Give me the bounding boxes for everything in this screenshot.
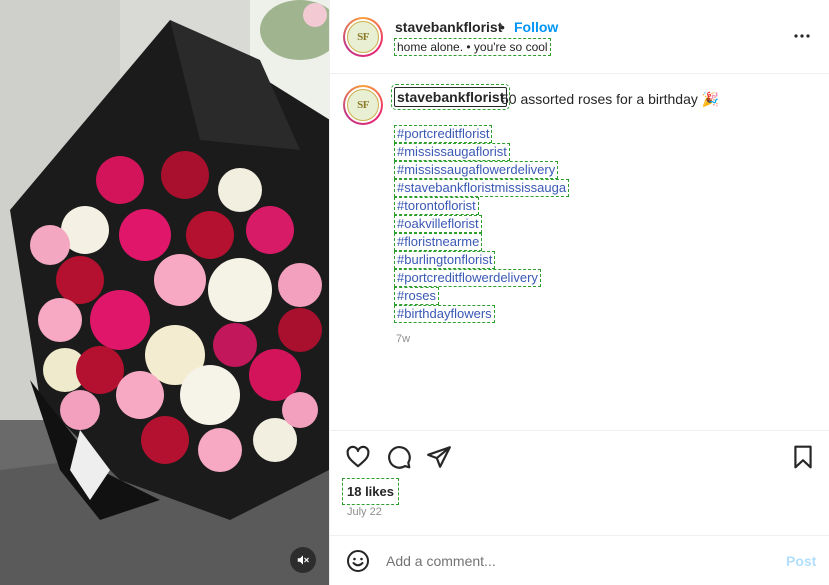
avatar[interactable]: SF (343, 17, 383, 57)
header-username[interactable]: stavebankflorist (395, 19, 502, 35)
hashtag-link[interactable]: #mississaugaflowerdelivery (394, 161, 559, 179)
avatar-initials: SF (347, 21, 379, 53)
muted-speaker-icon (297, 555, 309, 565)
audio-track-link[interactable]: home alone. • you're so cool (394, 38, 551, 56)
hashtag-link[interactable]: #oakvilleflorist (394, 215, 482, 233)
header-separator: • (500, 19, 505, 35)
hashtag-link[interactable]: #mississaugaflorist (394, 143, 510, 161)
post-caption: SF stavebankflorist 50 assorted roses fo… (330, 75, 829, 430)
hashtag-link[interactable]: #floristnearme (394, 233, 483, 251)
caption-avatar[interactable]: SF (343, 85, 383, 125)
likes-count[interactable]: 18 likes (342, 478, 399, 505)
post-comment-button[interactable]: Post (786, 553, 816, 569)
caption-username[interactable]: stavebankflorist (390, 84, 511, 110)
hashtag-link[interactable]: #portcreditflorist (394, 125, 493, 143)
hashtag-link[interactable]: #roses (394, 287, 440, 305)
post-details-panel: SF stavebankflorist • Follow home alone.… (329, 0, 829, 585)
comment-icon[interactable] (386, 444, 412, 470)
more-options-icon[interactable] (790, 24, 814, 48)
follow-button[interactable]: Follow (514, 19, 558, 35)
emoji-icon[interactable] (346, 549, 370, 573)
hashtag-link[interactable]: #portcreditflowerdelivery (394, 269, 541, 287)
hashtag-link[interactable]: #birthdayflowers (394, 305, 495, 323)
hashtag-link[interactable]: #burlingtonflorist (394, 251, 496, 269)
hashtag-link[interactable]: #stavebankfloristmississauga (394, 179, 570, 197)
comment-bar: Post (330, 535, 829, 585)
bouquet-photo (0, 0, 329, 585)
heart-icon[interactable] (345, 444, 371, 470)
action-bar (330, 430, 829, 480)
share-icon[interactable] (426, 444, 452, 470)
hashtag-link[interactable]: #torontoflorist (394, 197, 479, 215)
caption-avatar-initials: SF (347, 89, 379, 121)
caption-timestamp[interactable]: 7w (396, 333, 410, 345)
comment-input[interactable] (386, 550, 756, 572)
caption-text: 50 assorted roses for a birthday 🎉 (501, 91, 720, 107)
mute-button[interactable] (290, 547, 316, 573)
post-date: July 22 (347, 506, 382, 518)
post-media[interactable] (0, 0, 329, 585)
post-header: SF stavebankflorist • Follow home alone.… (330, 0, 829, 74)
bookmark-icon[interactable] (790, 444, 816, 470)
hashtag-list: #portcreditflorist #mississaugaflorist #… (394, 125, 570, 323)
